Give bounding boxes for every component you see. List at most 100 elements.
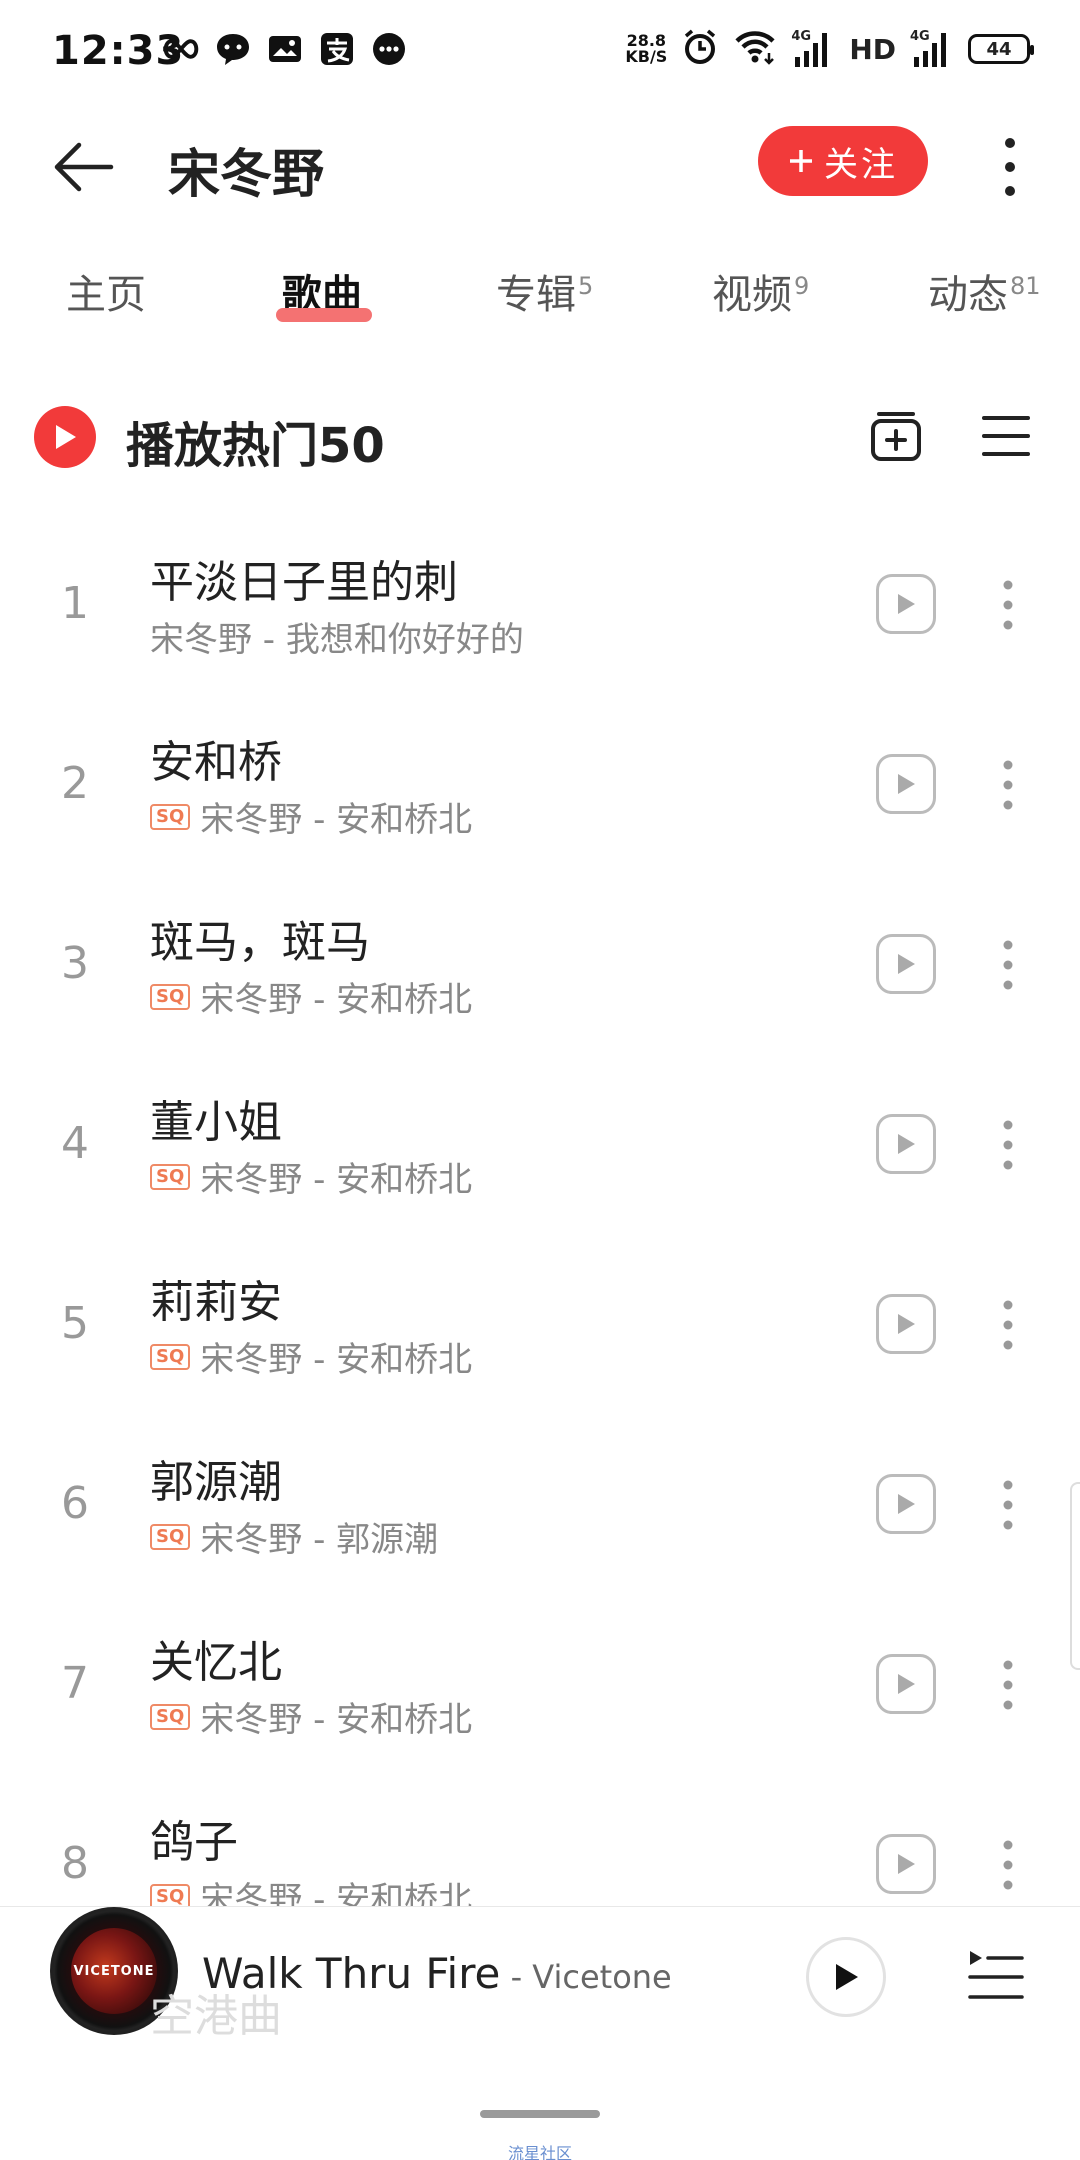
song-artist-album: 宋冬野 - 郭源潮 <box>200 1520 439 1560</box>
sq-badge: SQ <box>150 1163 191 1190</box>
tab-albums[interactable]: 专辑5 <box>496 262 593 320</box>
song-mv-play-button[interactable] <box>876 574 936 634</box>
song-mv-play-button[interactable] <box>876 1114 936 1174</box>
song-more-button[interactable] <box>992 1110 1024 1180</box>
song-more-button[interactable] <box>992 570 1024 640</box>
play-hot-title[interactable]: 播放热门50 <box>126 406 385 476</box>
song-title: 鸽子 <box>150 1817 238 1868</box>
status-bar: 12:33 28.8 KB/S 4G HD 4G 44 <box>0 0 1080 110</box>
song-number: 6 <box>61 1478 89 1529</box>
song-subtitle: SQ 宋冬野 - 安和桥北 <box>150 972 472 1021</box>
song-title: 董小姐 <box>150 1097 282 1148</box>
song-more-button[interactable] <box>992 1650 1024 1720</box>
song-number: 3 <box>61 938 89 989</box>
song-mv-play-button[interactable] <box>876 754 936 814</box>
song-artist-album: 宋冬野 - 安和桥北 <box>200 1160 473 1200</box>
tab-activity[interactable]: 动态81 <box>928 262 1041 320</box>
sq-badge: SQ <box>150 1523 191 1550</box>
more-options-button[interactable] <box>990 132 1030 202</box>
vertical-dots-icon <box>1003 1300 1013 1350</box>
obscured-song-title: 空港曲 <box>150 1991 282 2042</box>
song-subtitle: SQ 宋冬野 - 安和桥北 <box>150 792 472 841</box>
song-subtitle: SQ 宋冬野 - 安和桥北 <box>150 1152 472 1201</box>
song-mv-play-button[interactable] <box>876 1834 936 1894</box>
artist-songs-page: 12:33 28.8 KB/S 4G HD 4G 44 宋冬野 关注 主页 歌曲… <box>0 0 1080 2160</box>
song-more-button[interactable] <box>992 1830 1024 1900</box>
song-artist-album: 宋冬野 - 我想和你好好的 <box>150 620 524 660</box>
tab-videos-label: 视频 <box>712 272 792 318</box>
song-row[interactable]: 6 郭源潮 SQ 宋冬野 - 郭源潮 <box>0 1420 1080 1600</box>
vertical-dots-icon <box>1003 580 1013 630</box>
song-number: 1 <box>61 578 89 629</box>
sq-badge: SQ <box>150 983 191 1010</box>
song-mv-play-button[interactable] <box>876 1294 936 1354</box>
battery-icon: 44 <box>968 34 1034 64</box>
infinity-icon <box>162 30 200 68</box>
home-indicator[interactable] <box>480 2110 600 2118</box>
song-row[interactable]: 1 平淡日子里的刺 宋冬野 - 我想和你好好的 <box>0 520 1080 700</box>
vertical-dots-icon <box>1003 1120 1013 1170</box>
multi-select-button[interactable] <box>978 408 1034 464</box>
add-to-playlist-button[interactable] <box>868 408 924 464</box>
tab-home-label: 主页 <box>66 272 146 318</box>
song-mv-play-button[interactable] <box>876 934 936 994</box>
play-queue-button[interactable] <box>966 1943 1026 2007</box>
mini-player-play-button[interactable] <box>806 1937 886 2017</box>
song-number: 2 <box>61 758 89 809</box>
song-more-button[interactable] <box>992 1470 1024 1540</box>
song-number: 8 <box>61 1838 89 1889</box>
song-subtitle: SQ 宋冬野 - 郭源潮 <box>150 1512 438 1561</box>
cell-signal-2-icon: 4G <box>910 29 954 69</box>
tab-videos[interactable]: 视频9 <box>712 262 809 320</box>
song-row[interactable]: 7 关忆北 SQ 宋冬野 - 安和桥北 <box>0 1600 1080 1780</box>
song-mv-play-button[interactable] <box>876 1474 936 1534</box>
arrow-left-icon <box>54 142 114 192</box>
chat-bubble-icon <box>214 30 252 68</box>
vertical-dots-icon <box>1003 760 1013 810</box>
play-outline-icon <box>898 1854 915 1874</box>
hd-icon: HD <box>849 32 896 66</box>
tab-videos-count: 9 <box>794 272 810 300</box>
song-more-button[interactable] <box>992 750 1024 820</box>
song-title: 平淡日子里的刺 <box>150 557 458 608</box>
song-title: 安和桥 <box>150 737 282 788</box>
back-button[interactable] <box>48 132 118 202</box>
tab-activity-count: 81 <box>1010 272 1041 300</box>
play-outline-icon <box>898 774 915 794</box>
song-row[interactable]: 4 董小姐 SQ 宋冬野 - 安和桥北 <box>0 1060 1080 1240</box>
network-speed: 28.8 KB/S <box>625 33 667 65</box>
network-speed-unit: KB/S <box>625 47 668 66</box>
song-artist-album: 宋冬野 - 安和桥北 <box>200 1700 473 1740</box>
song-title: 莉莉安 <box>150 1277 282 1328</box>
song-mv-play-button[interactable] <box>876 1654 936 1714</box>
add-playlist-icon <box>871 412 921 461</box>
song-subtitle: 宋冬野 - 我想和你好好的 <box>150 612 524 661</box>
wifi-icon <box>733 29 777 69</box>
cell-signal-1-icon: 4G <box>791 29 835 69</box>
fast-scroll-handle[interactable] <box>1070 1482 1080 1670</box>
play-outline-icon <box>898 1134 915 1154</box>
play-hot-button[interactable] <box>34 406 96 468</box>
active-tab-indicator <box>276 308 372 322</box>
sq-badge: SQ <box>150 1703 191 1730</box>
playlist-icon <box>968 1951 1024 1999</box>
song-more-button[interactable] <box>992 1290 1024 1360</box>
app-header: 宋冬野 关注 <box>0 110 1080 220</box>
song-row[interactable]: 2 安和桥 SQ 宋冬野 - 安和桥北 <box>0 700 1080 880</box>
bottom-caption: 流星社区 <box>507 2144 572 2160</box>
follow-button[interactable]: 关注 <box>758 126 928 196</box>
vertical-dots-icon <box>1003 1840 1013 1890</box>
song-subtitle: SQ 宋冬野 - 安和桥北 <box>150 1332 472 1381</box>
song-row[interactable]: 5 莉莉安 SQ 宋冬野 - 安和桥北 <box>0 1240 1080 1420</box>
follow-label: 关注 <box>824 144 898 185</box>
message-dots-icon <box>370 30 408 68</box>
tab-bar: 主页 歌曲 专辑5 视频9 动态81 <box>0 262 1080 342</box>
play-outline-icon <box>898 954 915 974</box>
tab-home[interactable]: 主页 <box>66 262 146 320</box>
notification-icons <box>162 30 408 68</box>
song-row[interactable]: 3 斑马，斑马 SQ 宋冬野 - 安和桥北 <box>0 880 1080 1060</box>
song-more-button[interactable] <box>992 930 1024 1000</box>
cover-text: VICETONE <box>73 1963 155 1979</box>
tab-albums-count: 5 <box>578 272 594 300</box>
song-artist-album: 宋冬野 - 安和桥北 <box>200 800 473 840</box>
